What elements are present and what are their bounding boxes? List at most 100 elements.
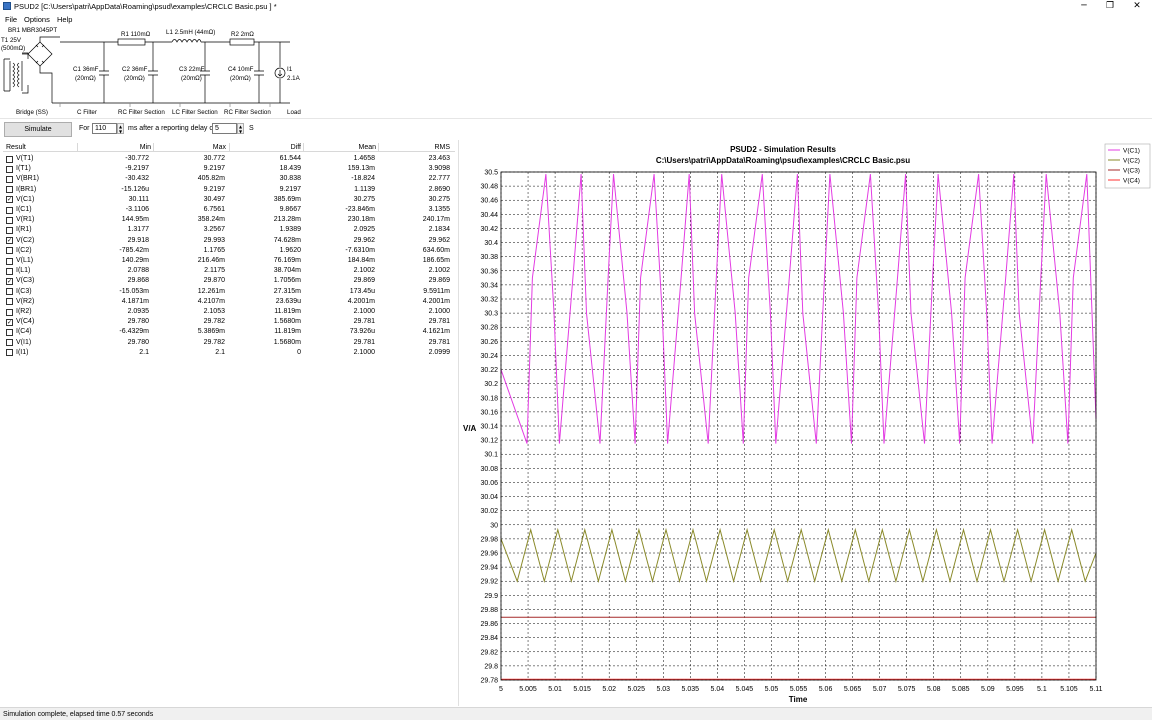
table-row[interactable]: V(BR1) -30.432 405.82m 30.838 -18.824 22.777 (3, 174, 455, 184)
schematic-section-rc1: RC Filter Section (118, 109, 165, 116)
row-diff: 1.5680m (273, 338, 301, 346)
row-rms: 3.9098 (428, 165, 450, 173)
row-checkbox[interactable] (6, 175, 13, 183)
y-tick-label: 29.8 (484, 663, 498, 670)
row-checkbox[interactable] (6, 288, 13, 296)
table-row[interactable]: V(I1) 29.780 29.782 1.5680m 29.781 29.781 (3, 338, 455, 348)
y-tick-label: 30.26 (480, 339, 498, 346)
col-mean[interactable]: Mean (305, 144, 376, 151)
row-max: 29.993 (203, 236, 225, 244)
table-row[interactable]: I(C4) -6.4329m 5.3869m 11.819m 73.926u 4.1621… (3, 327, 455, 337)
row-checkbox[interactable] (6, 349, 13, 357)
row-checkbox[interactable] (6, 267, 13, 275)
table-row[interactable]: I(R1) 1.3177 3.2567 1.9389 2.0925 2.1834 (3, 225, 455, 235)
row-max: 29.782 (203, 338, 225, 346)
row-checkbox[interactable] (6, 247, 13, 255)
row-max: 2.1175 (204, 267, 225, 275)
ms-delay-label: ms after a reporting delay of (128, 125, 216, 132)
close-button[interactable]: ✕ (1123, 0, 1151, 13)
y-tick-label: 29.86 (480, 621, 498, 628)
duration-spinner[interactable]: ▲ ▼ (117, 123, 124, 134)
table-row[interactable]: ✓ V(C4) 29.780 29.782 1.5680m 29.781 29.781 (3, 317, 455, 327)
table-row[interactable]: ✓ V(C3) 29.868 29.870 1.7056m 29.869 29.869 (3, 276, 455, 286)
circuit-schematic[interactable]: BR1 MBR3045PT T1 25V (500mΩ) R1 110mΩ L1… (0, 25, 310, 118)
simulate-button[interactable]: Simulate (4, 122, 72, 137)
chart-legend[interactable]: V(C1) V(C2) V(C3) V(C4) (1104, 143, 1151, 189)
row-checkbox[interactable] (6, 226, 13, 234)
table-row[interactable]: I(C3) -15.053m 12.261m 27.315m 173.45u 9.5911… (3, 287, 455, 297)
row-checkbox[interactable] (6, 339, 13, 347)
y-tick-label: 30.3 (484, 311, 498, 318)
row-rms: 30.275 (428, 195, 450, 203)
minimize-button[interactable]: ─ (1070, 0, 1098, 13)
row-checkbox[interactable] (6, 328, 13, 336)
delay-spinner[interactable]: ▲ ▼ (237, 123, 244, 134)
row-min: 140.29m (121, 257, 149, 264)
maximize-button[interactable]: ❐ (1096, 0, 1124, 13)
table-row[interactable]: V(R2) 4.1871m 4.2107m 23.639u 4.2001m 4.2001m (3, 297, 455, 307)
row-checkbox[interactable] (6, 186, 13, 194)
pane-divider[interactable] (458, 140, 459, 706)
col-max[interactable]: Max (155, 144, 226, 151)
row-checkbox[interactable] (6, 257, 13, 265)
y-tick-label: 30.16 (480, 409, 498, 416)
row-diff: 74.628m (273, 236, 301, 244)
table-row[interactable]: I(C1) -3.1106 6.7561 9.8667 -23.846m 3.1355 (3, 205, 455, 215)
menu-file[interactable]: File (5, 15, 17, 24)
row-checkbox[interactable]: ✓ (6, 318, 13, 326)
row-rms: 22.777 (428, 175, 450, 183)
arrow-down-icon[interactable]: ▼ (238, 129, 243, 134)
table-row[interactable]: I(C2) -785.42m 1.1765 1.9620 -7.6310m 634.60m (3, 246, 455, 256)
row-rms: 240.17m (422, 216, 450, 224)
x-tick-label: 5.09 (981, 686, 995, 693)
table-row[interactable]: I(R2) 2.0935 2.1053 11.819m 2.1000 2.1000 (3, 307, 455, 317)
row-min: 4.1871m (121, 297, 149, 305)
row-checkbox[interactable]: ✓ (6, 277, 13, 285)
table-row[interactable]: I(L1) 2.0788 2.1175 38.704m 2.1002 2.1002 (3, 266, 455, 276)
table-row[interactable]: ✓ V(C1) 30.111 30.497 385.69m 30.275 30.275 (3, 195, 455, 205)
row-diff: 11.819m (274, 308, 301, 315)
row-mean: 2.1000 (353, 348, 375, 356)
row-checkbox[interactable] (6, 216, 13, 224)
table-row[interactable]: V(R1) 144.95m 358.24m 213.28m 230.18m 240.17m (3, 215, 455, 225)
row-checkbox[interactable]: ✓ (6, 237, 13, 245)
schematic-section-load: Load (287, 109, 301, 116)
row-rms: 2.0999 (428, 348, 450, 356)
col-diff[interactable]: Diff (231, 144, 301, 151)
row-diff: 0 (297, 348, 301, 356)
row-checkbox[interactable] (6, 155, 13, 163)
menu-options[interactable]: Options (24, 15, 50, 24)
row-checkbox[interactable] (6, 308, 13, 316)
row-checkbox[interactable]: ✓ (6, 196, 13, 204)
row-checkbox[interactable] (6, 165, 13, 173)
row-checkbox[interactable] (6, 206, 13, 214)
row-min: 2.0935 (127, 308, 149, 315)
row-min: -3.1106 (125, 206, 149, 213)
table-row[interactable]: V(L1) 140.29m 216.46m 76.169m 184.84m 186.65m (3, 256, 455, 266)
table-row[interactable]: I(I1) 2.1 2.1 0 2.1000 2.0999 (3, 348, 455, 358)
y-tick-label: 29.94 (480, 565, 498, 572)
x-tick-label: 5.045 (736, 686, 754, 693)
row-diff: 30.838 (279, 175, 301, 183)
row-diff: 9.8667 (279, 206, 301, 213)
col-rms[interactable]: RMS (380, 144, 450, 151)
menu-help[interactable]: Help (57, 15, 72, 24)
table-row[interactable]: V(T1) -30.772 30.772 61.544 1.4658 23.463 (3, 154, 455, 164)
row-rms: 186.65m (422, 257, 450, 264)
row-diff: 9.2197 (279, 185, 301, 193)
y-tick-label: 29.82 (480, 649, 498, 656)
table-row[interactable]: ✓ V(C2) 29.918 29.993 74.628m 29.962 29.962 (3, 236, 455, 246)
col-result[interactable]: Result (6, 144, 26, 151)
schematic-label-c3: C3 22mF (179, 66, 205, 73)
duration-input[interactable]: 110 (92, 123, 117, 134)
arrow-down-icon[interactable]: ▼ (118, 129, 123, 134)
row-name: I(BR1) (16, 185, 37, 193)
row-mean: 1.1139 (354, 185, 375, 193)
y-tick-label: 29.9 (484, 593, 498, 600)
col-min[interactable]: Min (81, 144, 151, 151)
table-row[interactable]: I(T1) -9.2197 9.2197 18.439 159.13m 3.9098 (3, 164, 455, 174)
row-mean: 1.4658 (353, 155, 375, 162)
table-row[interactable]: I(BR1) -15.126u 9.2197 9.2197 1.1139 2.8690 (3, 185, 455, 195)
delay-input[interactable]: 5 (212, 123, 237, 134)
row-checkbox[interactable] (6, 298, 13, 306)
